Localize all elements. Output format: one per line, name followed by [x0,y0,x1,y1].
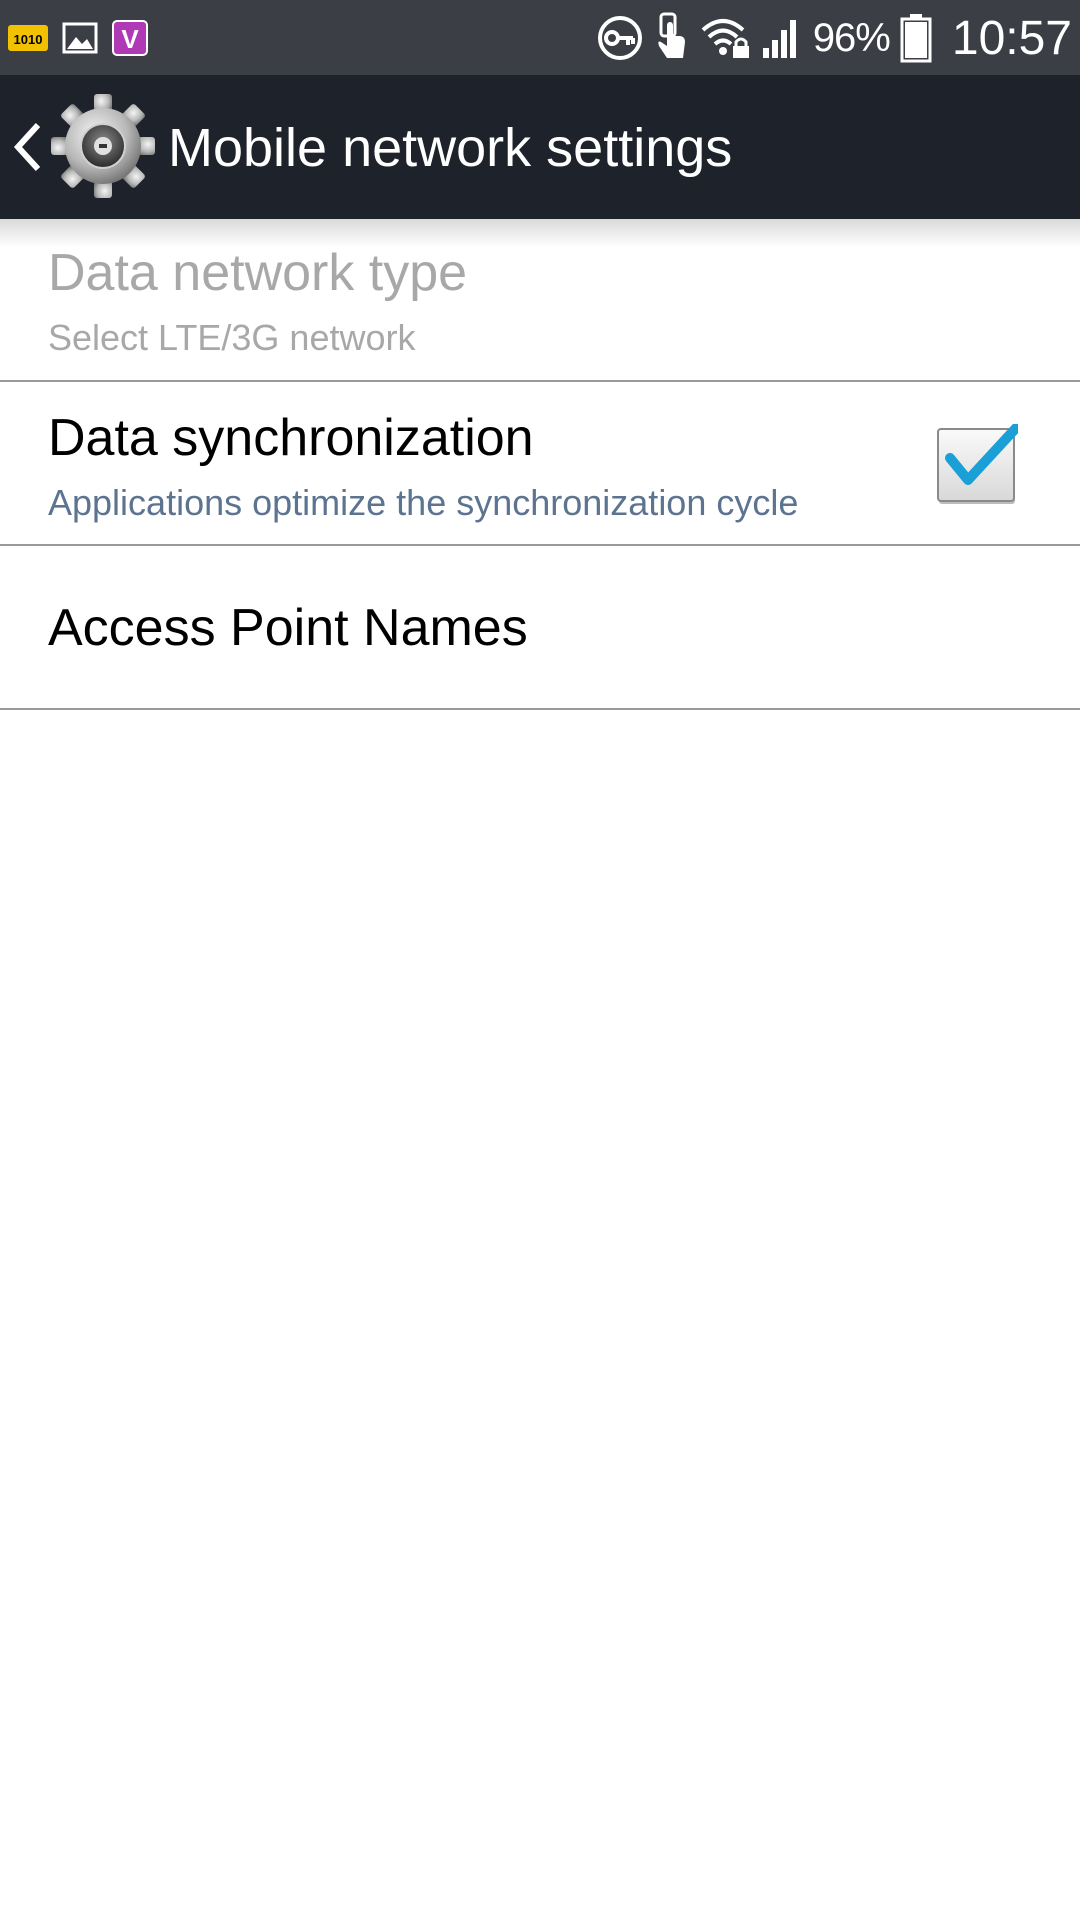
item-title: Data network type [48,244,468,302]
vpn-key-icon [597,15,643,61]
settings-list: Data network type Select LTE/3G network … [0,219,1080,710]
chevron-left-icon[interactable] [10,119,46,175]
svg-text:1010: 1010 [14,32,43,47]
page-title: Mobile network settings [168,118,733,178]
v-app-icon: V [112,20,148,56]
clock: 10:57 [951,11,1072,65]
access-point-names-item[interactable]: Access Point Names [0,546,1080,710]
notification-icons: 1010 V [8,14,148,62]
wifi-lock-icon [699,16,751,60]
signal-icon [761,16,803,60]
item-summary: Applications optimize the synchronizatio… [48,482,799,523]
gear-icon[interactable] [48,91,158,201]
touch-gesture-icon [653,12,689,64]
data-sync-checkbox[interactable] [936,423,1021,506]
status-bar: 1010 V 96% 10:57 [0,0,1080,75]
battery-icon [900,13,932,63]
svg-text:V: V [121,24,139,54]
action-bar: Mobile network settings [0,75,1080,219]
1010-app-icon: 1010 [8,23,48,53]
data-synchronization-item[interactable]: Data synchronization Applications optimi… [0,382,1080,546]
system-status-icons: 96% 10:57 [597,8,1072,68]
item-summary: Select LTE/3G network [48,317,416,358]
battery-percent: 96% [812,15,891,60]
item-title: Access Point Names [48,599,528,657]
action-bar-shadow [0,219,1080,247]
picture-icon [62,22,98,54]
item-title: Data synchronization [48,409,534,467]
